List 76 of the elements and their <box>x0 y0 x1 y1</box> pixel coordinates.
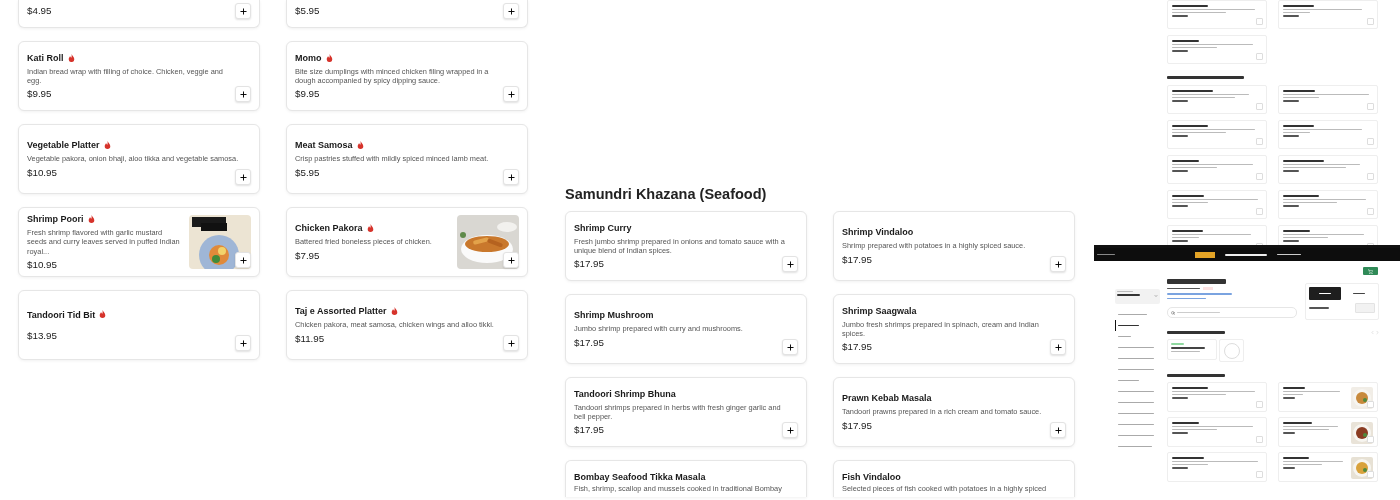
item-name: Kati Roll <box>27 52 64 63</box>
item-name: Fish Vindaloo <box>842 472 901 482</box>
flame-icon <box>87 215 95 224</box>
item-price: $7.95 <box>295 249 321 261</box>
item-price: $17.95 <box>574 258 605 270</box>
item-price: $9.95 <box>27 88 53 100</box>
plus-icon <box>238 255 248 265</box>
item-name: Prawn Kebab Masala <box>842 393 932 404</box>
item-price: $13.95 <box>27 329 58 341</box>
menu-item-card[interactable]: Tandoori Tid Bit $13.95 <box>18 290 260 360</box>
plus-icon <box>785 425 795 435</box>
item-price: $10.95 <box>27 258 58 270</box>
item-price: $5.95 <box>295 5 321 16</box>
menu-item-card[interactable]: $5.95 <box>286 0 528 28</box>
add-button[interactable] <box>1050 256 1066 272</box>
add-button[interactable] <box>235 3 251 19</box>
add-button[interactable] <box>235 86 251 102</box>
item-price: $4.95 <box>27 5 53 16</box>
plus-icon <box>785 342 795 352</box>
item-name: Momo <box>295 52 322 63</box>
plus-icon <box>506 172 516 182</box>
item-price: $9.95 <box>295 88 321 100</box>
add-button[interactable] <box>782 339 798 355</box>
add-button[interactable] <box>1050 422 1066 438</box>
item-price: $17.95 <box>842 419 873 431</box>
flame-icon <box>366 224 374 233</box>
plus-icon <box>785 259 795 269</box>
item-name: Vegetable Platter <box>27 140 100 151</box>
add-button[interactable] <box>503 335 519 351</box>
add-button[interactable] <box>235 252 251 268</box>
item-name: Shrimp Vindaloo <box>842 227 914 238</box>
item-name: Chicken Pakora <box>295 223 363 234</box>
item-name: Tandoori Tid Bit <box>27 309 96 320</box>
add-button[interactable] <box>782 422 798 438</box>
add-button[interactable] <box>782 256 798 272</box>
item-name: Bombay Seafood Tikka Masala <box>574 472 706 482</box>
item-price: $17.95 <box>574 424 605 436</box>
item-name: Taj e Assorted Platter <box>295 306 387 317</box>
add-button[interactable] <box>1050 339 1066 355</box>
item-price: $11.95 <box>295 332 326 344</box>
item-name: Shrimp Poori <box>27 214 84 225</box>
plus-icon <box>506 89 516 99</box>
flame-icon <box>356 141 364 150</box>
flame-icon <box>103 141 111 150</box>
section-heading: Samundri Khazana (Seafood) <box>565 186 768 202</box>
flame-icon <box>325 53 333 63</box>
add-button[interactable] <box>503 252 519 268</box>
add-button[interactable] <box>235 335 251 351</box>
item-name: Shrimp Saagwala <box>842 305 917 316</box>
item-price: $5.95 <box>295 166 321 178</box>
add-button[interactable] <box>503 3 519 19</box>
item-name: Tandoori Shrimp Bhuna <box>574 388 676 399</box>
plus-icon <box>506 338 516 348</box>
plus-icon <box>1053 342 1063 352</box>
add-button[interactable] <box>503 86 519 102</box>
item-name: Shrimp Curry <box>574 222 632 233</box>
item-price: $10.95 <box>27 166 58 178</box>
add-button[interactable] <box>503 169 519 185</box>
item-name: Meat Samosa <box>295 140 353 151</box>
plus-icon <box>506 6 516 16</box>
item-price: $17.95 <box>574 336 605 348</box>
plus-icon <box>1053 259 1063 269</box>
item-name: Shrimp Mushroom <box>574 310 654 321</box>
plus-icon <box>506 255 516 265</box>
plus-icon <box>238 89 248 99</box>
plus-icon <box>238 6 248 16</box>
add-button[interactable] <box>235 169 251 185</box>
item-price: $17.95 <box>842 253 873 265</box>
flame-icon <box>99 310 107 319</box>
menu-item-card[interactable]: $4.95 <box>18 0 260 28</box>
plus-icon <box>238 172 248 182</box>
flame-icon <box>67 53 75 63</box>
plus-icon <box>1053 425 1063 435</box>
plus-icon <box>238 338 248 348</box>
flame-icon <box>390 307 398 316</box>
item-price: $17.95 <box>842 341 873 353</box>
